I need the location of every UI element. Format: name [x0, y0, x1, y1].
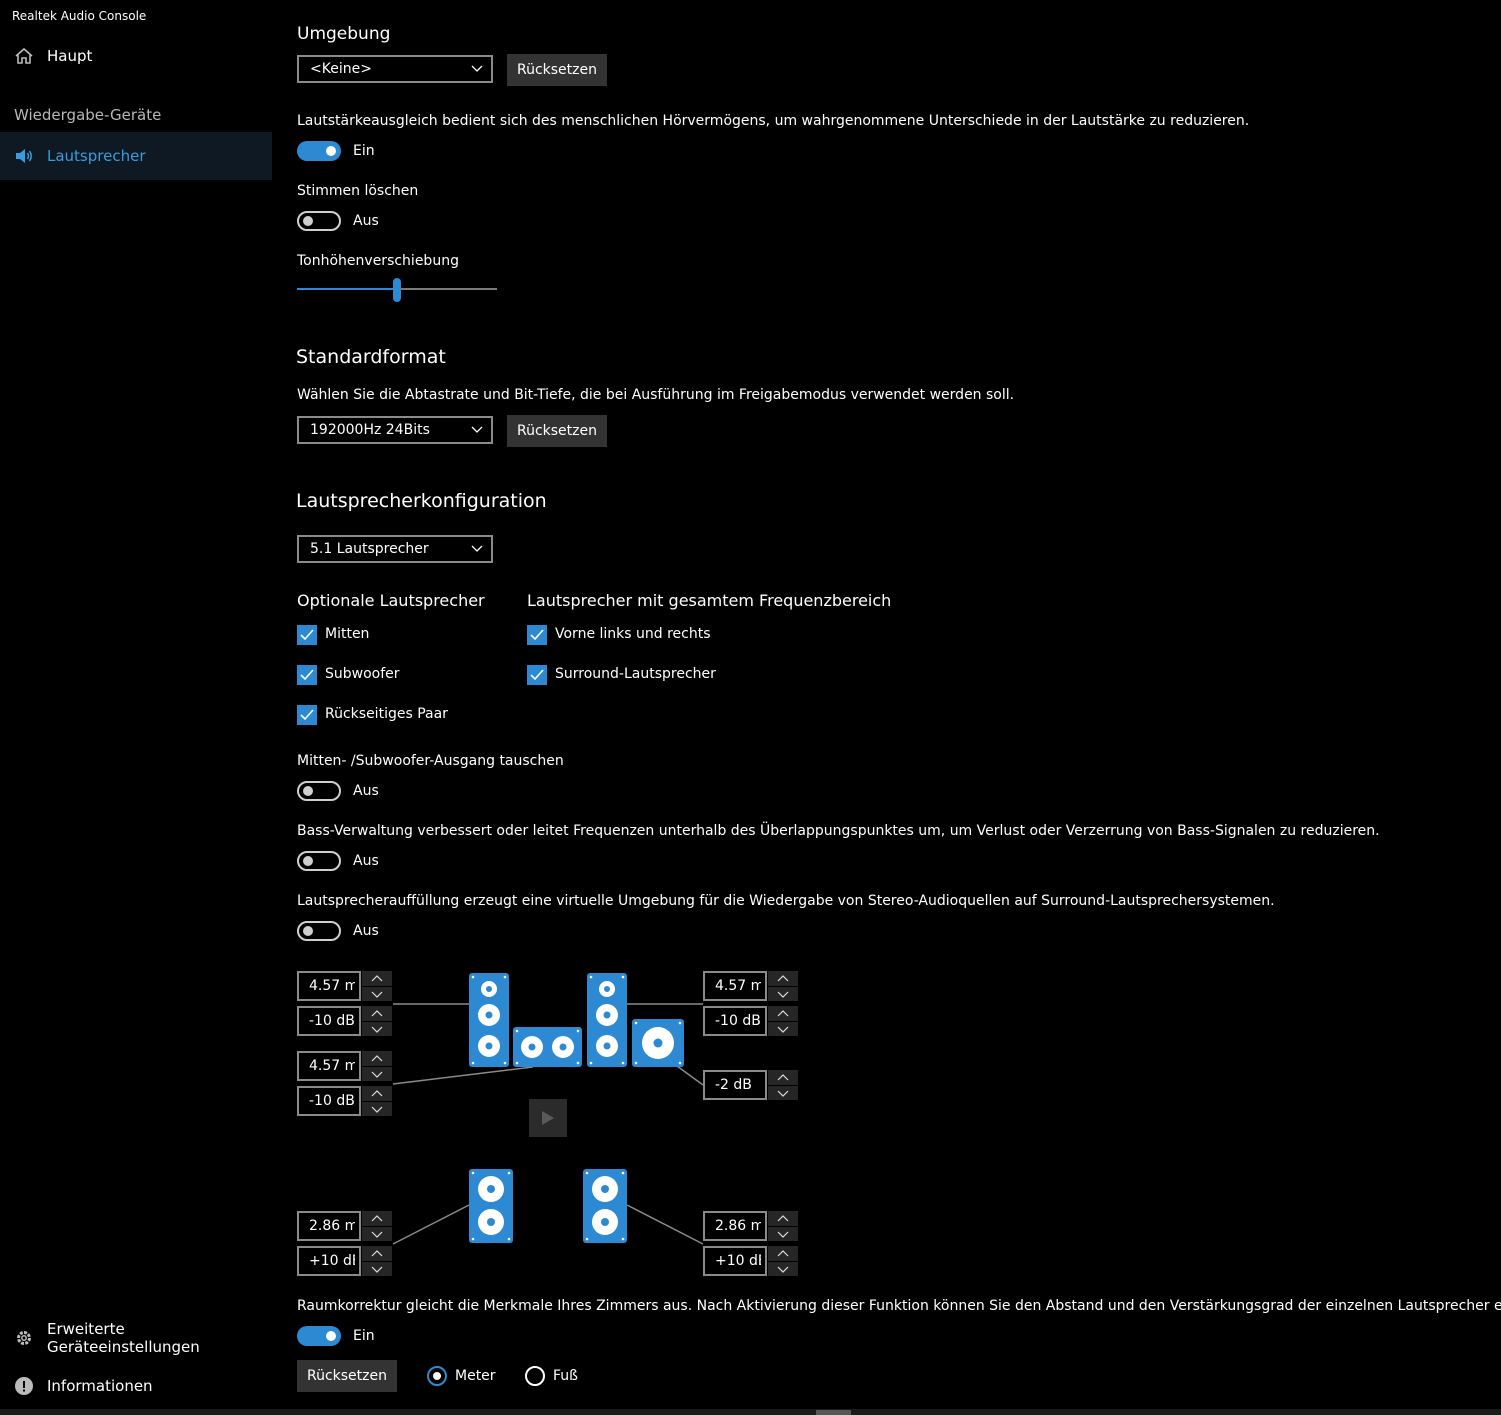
- rear-left-gain-input[interactable]: +10 dB: [297, 1246, 361, 1276]
- subwoofer-gain-input[interactable]: -2 dB: [703, 1070, 767, 1100]
- spin-down-icon[interactable]: [362, 1227, 392, 1241]
- spin-down-icon[interactable]: [768, 1086, 798, 1100]
- spin-down-icon[interactable]: [768, 987, 798, 1001]
- spin-up-icon[interactable]: [362, 971, 392, 986]
- spin-up-icon[interactable]: [362, 1006, 392, 1021]
- rear-right-speaker-icon[interactable]: [583, 1169, 627, 1243]
- spin-up-icon[interactable]: [362, 1086, 392, 1101]
- front-left-distance-input[interactable]: 4.57 m: [297, 971, 361, 1001]
- spin-up-icon[interactable]: [362, 1246, 392, 1261]
- spin-up-icon[interactable]: [768, 1246, 798, 1261]
- front-right-distance-spinner[interactable]: [768, 971, 798, 1001]
- spin-up-icon[interactable]: [362, 1211, 392, 1226]
- rear-left-gain-spinner[interactable]: [362, 1246, 392, 1276]
- room-correction-toggle[interactable]: [297, 1326, 341, 1346]
- front-left-distance-spinner[interactable]: [362, 971, 392, 1001]
- center-speaker-icon[interactable]: [513, 1027, 582, 1067]
- room-correction-reset-button[interactable]: Rücksetzen: [297, 1360, 397, 1392]
- spin-down-icon[interactable]: [362, 1262, 392, 1276]
- spin-down-icon[interactable]: [768, 1022, 798, 1036]
- rear-right-distance-input[interactable]: 2.86 m: [703, 1211, 767, 1241]
- subwoofer-speaker-icon[interactable]: [632, 1019, 684, 1067]
- spin-up-icon[interactable]: [768, 1211, 798, 1226]
- rear-left-distance-spinner[interactable]: [362, 1211, 392, 1241]
- horizontal-scrollbar[interactable]: [0, 1409, 1501, 1415]
- rear-right-distance-spinner[interactable]: [768, 1211, 798, 1241]
- spin-up-icon[interactable]: [768, 971, 798, 986]
- test-play-button[interactable]: [529, 1099, 567, 1137]
- front-left-gain-spinner[interactable]: [362, 1006, 392, 1036]
- spin-down-icon[interactable]: [768, 1262, 798, 1276]
- center-distance-input[interactable]: 4.57 m: [297, 1051, 361, 1081]
- spin-up-icon[interactable]: [768, 1070, 798, 1085]
- center-distance-spinner[interactable]: [362, 1051, 392, 1081]
- front-right-distance-input[interactable]: 4.57 m: [703, 971, 767, 1001]
- room-diagram-lines: [392, 1003, 704, 1245]
- rear-right-gain-input[interactable]: +10 dB: [703, 1246, 767, 1276]
- subwoofer-gain-spinner[interactable]: [768, 1070, 798, 1100]
- spin-down-icon[interactable]: [362, 1022, 392, 1036]
- play-icon: [542, 1111, 554, 1125]
- spin-up-icon[interactable]: [362, 1051, 392, 1066]
- unit-foot-label: Fuß: [553, 1368, 578, 1384]
- unit-foot-radio[interactable]: [525, 1366, 545, 1386]
- rear-right-gain-spinner[interactable]: [768, 1246, 798, 1276]
- spin-down-icon[interactable]: [362, 1067, 392, 1081]
- room-correction-state: Ein: [353, 1328, 375, 1344]
- rear-left-speaker-icon[interactable]: [469, 1169, 513, 1243]
- front-left-speaker-icon[interactable]: [469, 973, 509, 1067]
- front-right-gain-spinner[interactable]: [768, 1006, 798, 1036]
- spin-up-icon[interactable]: [768, 1006, 798, 1021]
- spin-down-icon[interactable]: [362, 1102, 392, 1116]
- unit-meter-label: Meter: [455, 1368, 496, 1384]
- front-left-gain-input[interactable]: -10 dB: [297, 1006, 361, 1036]
- front-right-speaker-icon[interactable]: [587, 973, 627, 1067]
- rear-left-distance-input[interactable]: 2.86 m: [297, 1211, 361, 1241]
- front-right-gain-input[interactable]: -10 dB: [703, 1006, 767, 1036]
- spin-down-icon[interactable]: [362, 987, 392, 1001]
- center-gain-spinner[interactable]: [362, 1086, 392, 1116]
- center-gain-input[interactable]: -10 dB: [297, 1086, 361, 1116]
- unit-meter-radio[interactable]: [427, 1366, 447, 1386]
- room-correction-description: Raumkorrektur gleicht die Merkmale Ihres…: [297, 1298, 1501, 1314]
- spin-down-icon[interactable]: [768, 1227, 798, 1241]
- scrollbar-thumb[interactable]: [816, 1410, 851, 1415]
